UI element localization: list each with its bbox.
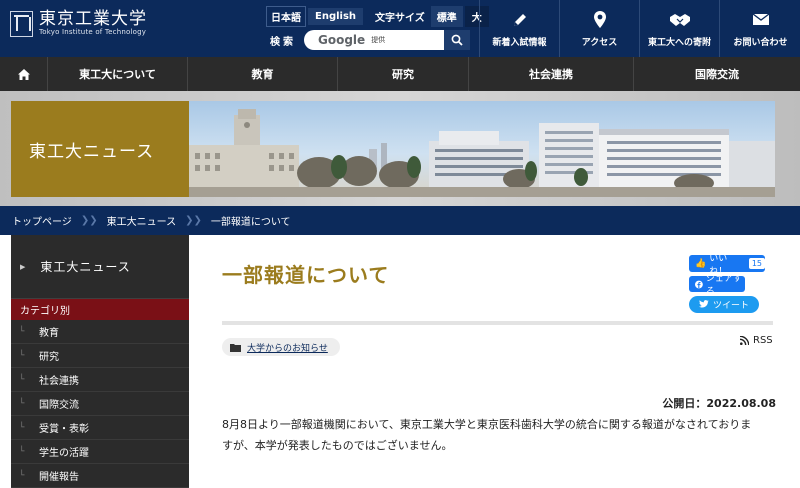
global-nav: 東工大について 教育 研究 社会連携 国際交流: [0, 57, 800, 91]
sidebar-item-label: 教育: [39, 328, 59, 339]
facebook-like-button[interactable]: 👍 いいね！ 15: [689, 254, 765, 277]
sidebar-item-education[interactable]: └ 教育: [11, 320, 189, 344]
language-fontsize-bar: 日本語 English 文字サイズ 標準 大: [266, 6, 489, 27]
logo-name-en: Tokyo Institute of Technology: [39, 28, 147, 36]
sub-item-bullet-icon: └: [19, 446, 25, 457]
util-access-label: アクセス: [581, 37, 618, 48]
article-body-line: すが、本学が発表したものではございません。: [222, 439, 453, 452]
home-icon: [17, 68, 30, 80]
pencil-icon: [513, 13, 526, 26]
gnav-industry-collaboration[interactable]: 社会連携: [469, 57, 634, 91]
home-link[interactable]: [0, 57, 48, 91]
social-buttons: 👍 いいね！ 15 シェアする ツイート: [689, 254, 769, 313]
title-divider: [222, 321, 773, 325]
util-contact-link[interactable]: お問い合わせ: [719, 0, 800, 57]
sidebar-item-awards[interactable]: └ 受賞・表彰: [11, 416, 189, 440]
sidebar-category-header: カテゴリ別: [11, 299, 189, 320]
sidebar-item-event-reports[interactable]: └ 開催報告: [11, 464, 189, 488]
sidebar-item-label: 研究: [39, 352, 59, 363]
sidebar-item-research[interactable]: └ 研究: [11, 344, 189, 368]
sidebar-item-label: 開催報告: [39, 472, 79, 483]
published-date: 公開日：2022.08.08: [662, 397, 776, 410]
sidebar-item-label: 国際交流: [39, 400, 79, 411]
facebook-share-button[interactable]: シェアする: [689, 274, 745, 297]
logo-emblem-icon: [10, 10, 33, 37]
sidebar-item-international[interactable]: └ 国際交流: [11, 392, 189, 416]
gnav-research[interactable]: 研究: [338, 57, 469, 91]
thumbs-up-icon: 👍: [695, 258, 707, 269]
chevron-right-icon: ❯❯: [185, 215, 202, 226]
tweet-button[interactable]: ツイート: [689, 296, 759, 313]
mail-icon: [752, 13, 769, 25]
breadcrumb-current: 一部報道について: [210, 217, 291, 228]
lang-japanese-link[interactable]: 日本語: [266, 6, 306, 27]
like-count: 15: [748, 258, 765, 269]
article-body-line: 8月8日より一部報道機関において、東京工業大学と東京医科歯科大学の統合に関する報…: [222, 418, 752, 431]
sub-item-bullet-icon: └: [19, 350, 25, 361]
folder-icon: [230, 343, 241, 352]
gnav-international[interactable]: 国際交流: [634, 57, 800, 91]
util-admissions-label: 新着入試情報: [492, 37, 547, 48]
search-label: 検索: [270, 36, 296, 48]
breadcrumb-news[interactable]: 東工大ニュース: [107, 213, 177, 228]
util-donation-link[interactable]: 東工大への寄附: [639, 0, 719, 57]
handshake-icon: [669, 13, 690, 26]
chevron-right-icon: ❯❯: [80, 215, 98, 226]
sidebar-item-label: 学生の活躍: [39, 448, 89, 459]
logo-text: 東京工業大学 Tokyo Institute of Technology: [39, 10, 147, 37]
sidebar-item-label: 社会連携: [39, 376, 79, 387]
util-admissions-link[interactable]: 新着入試情報: [479, 0, 559, 57]
page-title: 一部報道について: [222, 263, 390, 287]
breadcrumb: トップページ ❯❯ 東工大ニュース ❯❯ 一部報道について: [0, 206, 800, 235]
sub-item-bullet-icon: └: [19, 374, 25, 385]
triangle-right-icon: ▶: [20, 262, 27, 271]
lang-english-link[interactable]: English: [308, 8, 364, 25]
sidebar-item-label: 受賞・表彰: [39, 424, 89, 435]
facebook-icon: [695, 280, 703, 288]
util-donation-label: 東工大への寄附: [647, 37, 711, 48]
site-search: 検索 Google 提供: [270, 30, 470, 50]
category-tag[interactable]: 大学からのお知らせ: [222, 338, 340, 356]
google-logo: Google: [318, 33, 366, 47]
banner-title: 東工大ニュース: [29, 141, 155, 162]
sub-item-bullet-icon: └: [19, 422, 25, 433]
search-button[interactable]: [444, 30, 470, 50]
google-provided-label: 提供: [371, 36, 386, 44]
sidebar-heading-link[interactable]: ▶ 東工大ニュース: [11, 235, 189, 299]
campus-photo: [189, 101, 775, 197]
rss-link[interactable]: RSS: [740, 335, 773, 346]
font-size-label: 文字サイズ: [375, 13, 425, 24]
search-icon: [451, 34, 463, 46]
rss-icon: [740, 336, 749, 345]
twitter-bird-icon: [699, 300, 709, 308]
site-logo[interactable]: 東京工業大学 Tokyo Institute of Technology: [10, 10, 147, 37]
sidebar-item-industry-collaboration[interactable]: └ 社会連携: [11, 368, 189, 392]
sidebar-heading: 東工大ニュース: [40, 260, 131, 274]
banner-title-box: 東工大ニュース: [11, 101, 189, 197]
map-pin-icon: [593, 11, 606, 28]
share-label: シェアする: [705, 274, 742, 297]
gnav-about[interactable]: 東工大について: [48, 57, 188, 91]
article-body: 8月8日より一部報道機関において、東京工業大学と東京医科歯科大学の統合に関する報…: [222, 414, 778, 456]
sidebar: ▶ 東工大ニュース カテゴリ別 └ 教育 └ 研究 └ 社会連携 └ 国際交流 …: [11, 235, 189, 488]
page-banner: 東工大ニュース: [0, 91, 800, 206]
util-access-link[interactable]: アクセス: [559, 0, 639, 57]
search-input[interactable]: Google 提供: [304, 30, 444, 50]
rss-label: RSS: [753, 335, 773, 346]
sub-item-bullet-icon: └: [19, 398, 25, 409]
utility-nav: 新着入試情報 アクセス 東工大への寄附 お問い合わせ: [479, 0, 800, 57]
campus-buildings-image: [189, 109, 775, 197]
sidebar-item-student-activities[interactable]: └ 学生の活躍: [11, 440, 189, 464]
breadcrumb-home[interactable]: トップページ: [12, 213, 72, 228]
logo-name-jp: 東京工業大学: [39, 9, 147, 29]
category-tag-label: 大学からのお知らせ: [247, 343, 328, 354]
gnav-education[interactable]: 教育: [188, 57, 338, 91]
site-header: 東京工業大学 Tokyo Institute of Technology 日本語…: [0, 0, 800, 57]
sub-item-bullet-icon: └: [19, 470, 25, 481]
util-contact-label: お問い合わせ: [733, 37, 788, 48]
sub-item-bullet-icon: └: [19, 326, 25, 337]
tweet-label: ツイート: [713, 301, 750, 311]
font-size-standard-button[interactable]: 標準: [430, 6, 463, 27]
